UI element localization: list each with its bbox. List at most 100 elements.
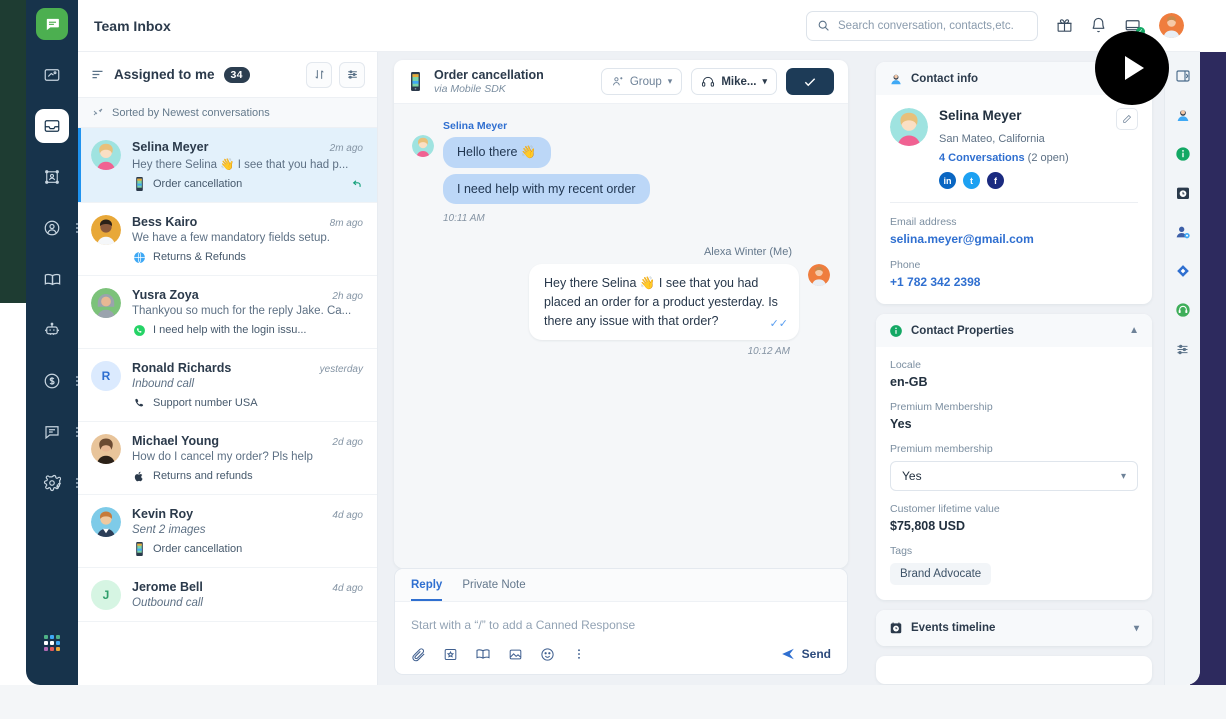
- next-panel-partial[interactable]: [876, 656, 1152, 684]
- conversation-list-item[interactable]: JJerome Bell4d agoOutbound call: [78, 568, 377, 622]
- conversation-list-item[interactable]: Bess Kairo8m agoWe have a few mandatory …: [78, 203, 377, 276]
- sort-indicator-label: Sorted by Newest conversations: [112, 107, 270, 119]
- reply-arrow-icon: [349, 177, 363, 191]
- assigned-count-badge: 34: [224, 67, 250, 83]
- sidebar-item-flow-builder[interactable]: [35, 160, 69, 194]
- avatar: J: [91, 580, 121, 610]
- panel-toggle-icon[interactable]: [1173, 66, 1193, 86]
- send-button[interactable]: Send: [781, 647, 831, 661]
- incoming-message-group: Selina Meyer Hello there 👋 I need help w…: [412, 120, 830, 224]
- emoji-icon[interactable]: [540, 647, 555, 662]
- events-timeline-header[interactable]: Events timeline ▾: [876, 610, 1152, 646]
- conversation-list[interactable]: Selina Meyer2m agoHey there Selina 👋 I s…: [78, 128, 377, 685]
- menu-lines-icon[interactable]: [90, 67, 105, 82]
- user-avatar[interactable]: [1159, 13, 1184, 38]
- assignee-selector[interactable]: Mike... ▾: [691, 68, 777, 95]
- conversation-list-item[interactable]: Michael Young2d agoHow do I cancel my or…: [78, 422, 377, 495]
- chevron-down-icon: ▾: [1121, 471, 1126, 482]
- phone-value[interactable]: +1 782 342 2398: [890, 275, 1138, 289]
- sidebar-item-settings[interactable]: [35, 466, 69, 500]
- composer-tabs: Reply Private Note: [395, 569, 847, 602]
- avatar: [412, 135, 434, 157]
- play-button-overlay[interactable]: [1095, 31, 1169, 105]
- search-box[interactable]: [806, 11, 1038, 41]
- composer-input[interactable]: Start with a “/” to add a Canned Respons…: [395, 602, 847, 642]
- sidebar-item-billing[interactable]: [35, 364, 69, 398]
- contact-properties-card: Contact Properties ▲ Locale en-GB Premiu…: [876, 314, 1152, 600]
- facebook-icon[interactable]: f: [987, 172, 1004, 189]
- knowledge-base-icon[interactable]: [475, 646, 491, 662]
- conversation-channel-label: Support number USA: [153, 397, 258, 409]
- conversation-snippet: Sent 2 images: [132, 524, 363, 536]
- sidebar-item-messages[interactable]: [35, 415, 69, 449]
- conversation-timestamp: 2h ago: [332, 291, 363, 302]
- chevron-up-icon[interactable]: ▲: [1129, 325, 1139, 336]
- avatar: R: [91, 361, 121, 391]
- sort-button[interactable]: [306, 62, 332, 88]
- filter-button[interactable]: [339, 62, 365, 88]
- conversations-count[interactable]: 4 Conversations: [939, 152, 1025, 164]
- canned-response-icon[interactable]: [443, 647, 458, 662]
- top-bar: Team Inbox: [78, 0, 1200, 52]
- chat-logo-icon[interactable]: [36, 8, 68, 40]
- conversation-contact-name: Michael Young: [132, 434, 219, 448]
- conversation-timestamp: 8m ago: [330, 218, 363, 229]
- conversation-list-item[interactable]: Yusra Zoya2h agoThankyou so much for the…: [78, 276, 377, 349]
- linkedin-icon[interactable]: in: [939, 172, 956, 189]
- premium-membership-select[interactable]: Yes ▾: [890, 461, 1138, 491]
- conversation-channel-label: Order cancellation: [153, 178, 242, 190]
- sliders-icon[interactable]: [1173, 339, 1193, 359]
- mobile-icon: [132, 542, 146, 556]
- premium-select-value: Yes: [902, 469, 922, 483]
- conversation-list-item[interactable]: Selina Meyer2m agoHey there Selina 👋 I s…: [78, 128, 377, 203]
- avatar: [808, 264, 830, 286]
- conversation-channel-label: Order cancellation: [153, 543, 242, 555]
- sort-indicator-bar[interactable]: Sorted by Newest conversations: [78, 98, 377, 128]
- social-links: in t f: [939, 172, 1138, 189]
- contact-info-icon[interactable]: [1173, 105, 1193, 125]
- info-badge-icon[interactable]: [1173, 144, 1193, 164]
- group-selector[interactable]: Group ▾: [601, 68, 683, 95]
- twitter-icon[interactable]: t: [963, 172, 980, 189]
- sidebar-item-campaign[interactable]: [35, 58, 69, 92]
- message-sender: Selina Meyer: [443, 120, 650, 132]
- sidebar-item-bot[interactable]: [35, 313, 69, 347]
- chevron-down-icon[interactable]: ▾: [1134, 623, 1139, 634]
- sidebar-item-inbox[interactable]: [35, 109, 69, 143]
- apple-icon: [132, 469, 146, 483]
- events-clock-icon[interactable]: [1173, 183, 1193, 203]
- thread-card: Order cancellation via Mobile SDK: [394, 60, 848, 568]
- bell-icon[interactable]: [1090, 17, 1107, 34]
- clv-label: Customer lifetime value: [890, 503, 1138, 515]
- tag-chip[interactable]: Brand Advocate: [890, 563, 991, 585]
- email-value[interactable]: selina.meyer@gmail.com: [890, 232, 1138, 246]
- headset-icon[interactable]: [1173, 300, 1193, 320]
- gift-icon[interactable]: [1056, 17, 1073, 34]
- more-options-icon[interactable]: [572, 647, 586, 661]
- contact-properties-header[interactable]: Contact Properties ▲: [876, 314, 1152, 347]
- contact-admin-icon[interactable]: [1173, 222, 1193, 242]
- sidebar-item-knowledge-base[interactable]: [35, 262, 69, 296]
- app-window: Team Inbox: [26, 0, 1200, 685]
- contact-location: San Mateo, California: [939, 133, 1138, 145]
- diamond-icon[interactable]: [1173, 261, 1193, 281]
- avatar: [91, 507, 121, 537]
- tab-private-note[interactable]: Private Note: [462, 579, 525, 601]
- app-grid-icon[interactable]: [44, 635, 60, 651]
- attachment-icon[interactable]: [411, 647, 426, 662]
- conversation-list-item[interactable]: Kevin Roy4d agoSent 2 imagesOrder cancel…: [78, 495, 377, 568]
- resolve-button[interactable]: [786, 68, 834, 95]
- tab-reply[interactable]: Reply: [411, 579, 442, 601]
- assignee-label: Mike...: [721, 76, 756, 88]
- send-plane-icon: [781, 647, 795, 661]
- edit-contact-button[interactable]: [1116, 108, 1138, 130]
- conversation-timestamp: 2m ago: [330, 143, 363, 154]
- conversation-snippet: Thankyou so much for the reply Jake. Ca.…: [132, 305, 363, 317]
- image-icon[interactable]: [508, 647, 523, 662]
- search-input[interactable]: [838, 20, 1027, 32]
- sidebar-item-contacts[interactable]: [35, 211, 69, 245]
- group-people-icon: [611, 75, 624, 88]
- sort-arrows-icon: [92, 107, 104, 119]
- conversation-list-item[interactable]: RRonald RichardsyesterdayInbound callSup…: [78, 349, 377, 422]
- assigned-filter-label[interactable]: Assigned to me: [114, 67, 215, 82]
